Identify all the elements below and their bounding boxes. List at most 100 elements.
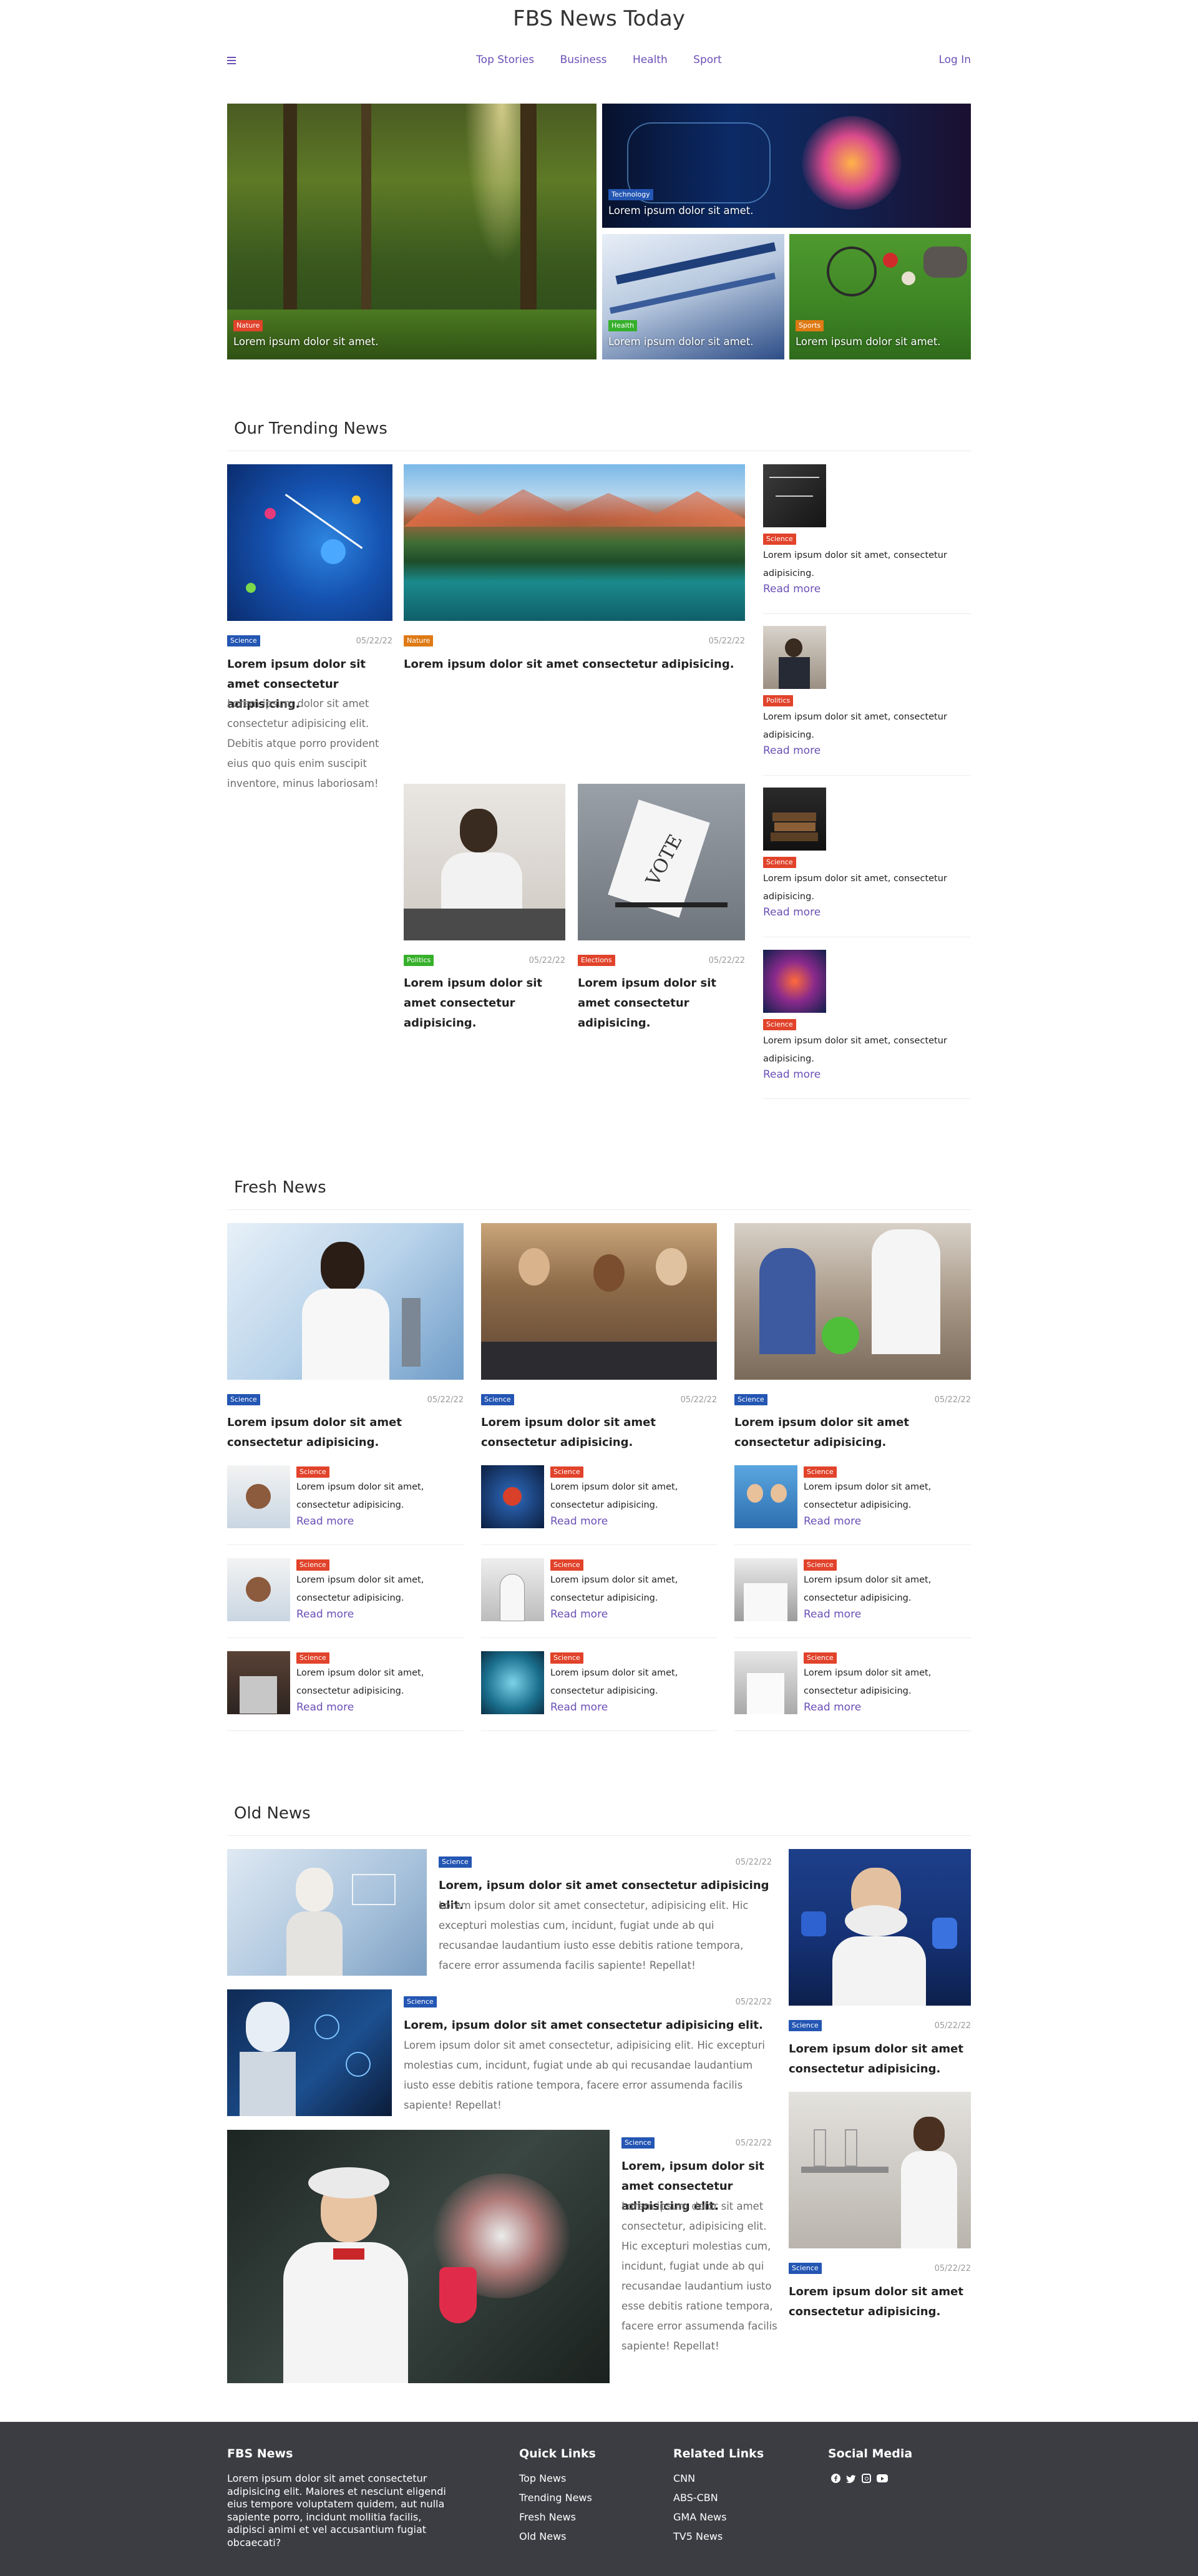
fresh-col2-thumb-3[interactable] [481,1651,544,1714]
trending-side-readmore-1[interactable]: Read more [763,583,821,595]
trending-elections-tag[interactable]: Elections [578,955,615,966]
old-side1-title[interactable]: Lorem ipsum dolor sit amet consectetur a… [789,2039,971,2079]
trending-side-tag-1[interactable]: Science [763,534,796,545]
fresh-col2-item2-tag[interactable]: Science [550,1559,583,1571]
nav-sport[interactable]: Sport [693,54,722,66]
old-side2-title[interactable]: Lorem ipsum dolor sit amet consectetur a… [789,2282,971,2322]
trending-politics-title[interactable]: Lorem ipsum dolor sit amet consectetur a… [404,973,567,1033]
fresh-col3-item3-readmore[interactable]: Read more [804,1701,861,1714]
trending-elections-image[interactable]: VOTE [578,784,745,940]
fresh-col3-thumb-1[interactable] [734,1465,797,1528]
fresh-col3-item1-tag[interactable]: Science [804,1466,837,1478]
footer-quick-top-news[interactable]: Top News [519,2472,566,2484]
fresh-col2-title[interactable]: Lorem ipsum dolor sit amet consectetur a… [481,1413,718,1453]
trending-wide-image[interactable] [404,464,745,621]
hero-tag-nature[interactable]: Nature [233,320,263,331]
hero-sports-image[interactable]: Sports Lorem ipsum dolor sit amet. [789,234,971,359]
hero-main-caption[interactable]: Lorem ipsum dolor sit amet. [233,336,379,348]
trending-side-image-4[interactable] [763,950,826,1013]
fresh-col1-thumb-1[interactable] [227,1465,290,1528]
trending-wide-title[interactable]: Lorem ipsum dolor sit amet consectetur a… [404,655,747,675]
trending-side-readmore-4[interactable]: Read more [763,1068,821,1081]
trending-side-tag-3[interactable]: Science [763,857,796,868]
hero-tag-sports[interactable]: Sports [796,320,824,331]
footer-related-tv5-news[interactable]: TV5 News [673,2530,723,2542]
fresh-col2-item3-tag[interactable]: Science [550,1652,583,1664]
footer-brand[interactable]: FBS News [227,2447,293,2461]
fresh-col1-tag[interactable]: Science [227,1394,260,1405]
fresh-col2-item1-tag[interactable]: Science [550,1466,583,1478]
trending-side-readmore-3[interactable]: Read more [763,906,821,919]
fresh-col1-image[interactable] [227,1223,464,1380]
fresh-col2-item2-readmore[interactable]: Read more [550,1608,608,1621]
fresh-col3-item2-tag[interactable]: Science [804,1559,837,1571]
hero-tag-technology[interactable]: Technology [608,189,653,200]
trending-main-image[interactable] [227,464,392,621]
old-row1-image[interactable] [227,1849,427,1976]
trending-side-tag-4[interactable]: Science [763,1019,796,1030]
hero-tag-health[interactable]: Health [608,320,638,331]
site-title[interactable]: FBS News Today [0,6,1198,31]
old-side2-image[interactable] [789,2092,971,2248]
old-side1-tag[interactable]: Science [789,2020,822,2031]
footer-related-cnn[interactable]: CNN [673,2472,695,2484]
fresh-col3-title[interactable]: Lorem ipsum dolor sit amet consectetur a… [734,1413,972,1453]
nav-business[interactable]: Business [560,54,607,66]
nav-health[interactable]: Health [633,54,668,66]
facebook-icon[interactable] [831,2474,840,2483]
hero-tech-image[interactable]: Technology Lorem ipsum dolor sit amet. [602,104,971,228]
fresh-col1-item2-tag[interactable]: Science [296,1559,329,1571]
fresh-col2-item3-readmore[interactable]: Read more [550,1701,608,1714]
old-row2-tag[interactable]: Science [404,1996,437,2008]
hero-health-image[interactable]: Health Lorem ipsum dolor sit amet. [602,234,784,359]
youtube-icon[interactable] [877,2474,888,2482]
fresh-col2-image[interactable] [481,1223,717,1380]
old-row3-image[interactable] [227,2130,610,2383]
fresh-col2-thumb-2[interactable] [481,1558,544,1621]
fresh-col1-title[interactable]: Lorem ipsum dolor sit amet consectetur a… [227,1413,464,1453]
trending-side-tag-2[interactable]: Politics [763,695,794,706]
fresh-col1-item2-readmore[interactable]: Read more [296,1608,354,1621]
hero-sports-caption[interactable]: Lorem ipsum dolor sit amet. [796,336,941,348]
footer-related-abs-cbn[interactable]: ABS-CBN [673,2492,718,2504]
trending-side-readmore-2[interactable]: Read more [763,744,821,757]
fresh-col1-item1-tag[interactable]: Science [296,1466,329,1478]
fresh-col2-tag[interactable]: Science [481,1394,514,1405]
fresh-col3-thumb-3[interactable] [734,1651,797,1714]
twitter-icon[interactable] [846,2474,856,2483]
trending-politics-image[interactable] [404,784,565,940]
nav-top-stories[interactable]: Top Stories [476,54,534,66]
old-side2-tag[interactable]: Science [789,2263,822,2274]
footer-quick-fresh-news[interactable]: Fresh News [519,2511,576,2523]
hero-health-caption[interactable]: Lorem ipsum dolor sit amet. [608,336,754,348]
hero-tech-caption[interactable]: Lorem ipsum dolor sit amet. [608,205,754,217]
fresh-col3-image[interactable] [734,1223,971,1380]
fresh-col1-thumb-2[interactable] [227,1558,290,1621]
instagram-icon[interactable] [862,2474,871,2483]
fresh-col3-item1-readmore[interactable]: Read more [804,1515,861,1528]
hero-forest-image[interactable]: Nature Lorem ipsum dolor sit amet. [227,104,597,359]
fresh-col2-thumb-1[interactable] [481,1465,544,1528]
fresh-col1-item3-tag[interactable]: Science [296,1652,329,1664]
old-row1-tag[interactable]: Science [439,1856,472,1868]
fresh-col2-item1-readmore[interactable]: Read more [550,1515,608,1528]
old-side1-image[interactable] [789,1849,971,2006]
fresh-col1-item1-readmore[interactable]: Read more [296,1515,354,1528]
footer-related-gma-news[interactable]: GMA News [673,2511,726,2523]
old-row3-tag[interactable]: Science [621,2137,655,2149]
fresh-col3-item3-tag[interactable]: Science [804,1652,837,1664]
trending-elections-title[interactable]: Lorem ipsum dolor sit amet consectetur a… [578,973,746,1033]
trending-wide-tag[interactable]: Nature [404,635,434,646]
fresh-col1-item3-readmore[interactable]: Read more [296,1701,354,1714]
footer-quick-old-news[interactable]: Old News [519,2530,567,2542]
trending-politics-tag[interactable]: Politics [404,955,434,966]
fresh-col3-item2-readmore[interactable]: Read more [804,1608,861,1621]
fresh-col3-thumb-2[interactable] [734,1558,797,1621]
trending-side-image-2[interactable] [763,626,826,689]
old-row2-image[interactable] [227,1989,392,2116]
trending-side-image-3[interactable] [763,788,826,851]
fresh-col3-tag[interactable]: Science [734,1394,767,1405]
old-row2-title[interactable]: Lorem, ipsum dolor sit amet consectetur … [404,2016,776,2036]
fresh-col1-thumb-3[interactable] [227,1651,290,1714]
trending-side-image-1[interactable] [763,464,826,527]
